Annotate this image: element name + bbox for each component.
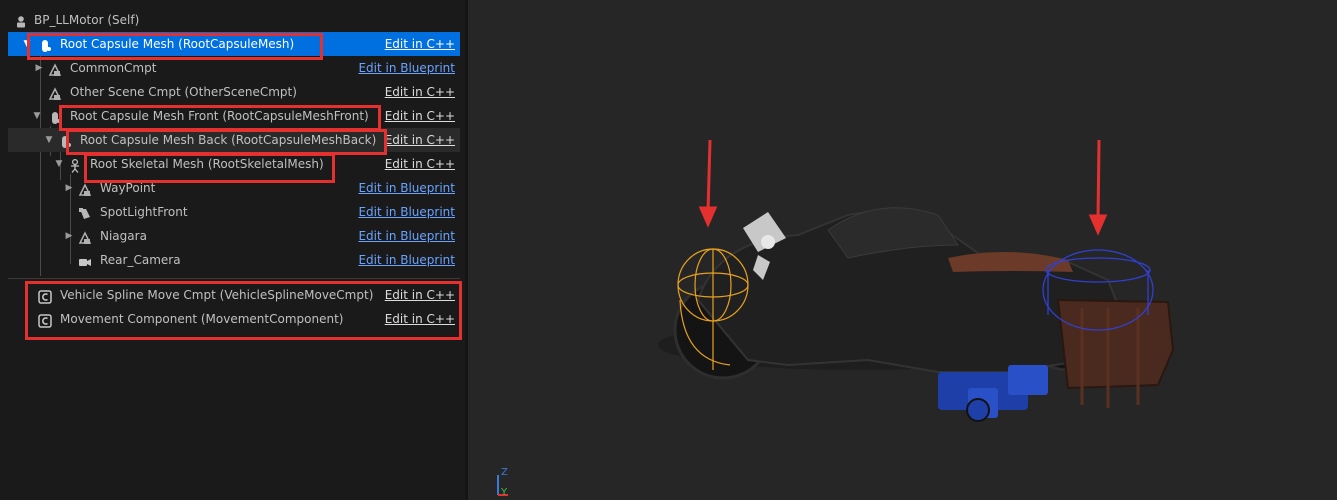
component-row-spotlight-front[interactable]: SpotLightFront Edit in Blueprint	[8, 200, 460, 224]
root-actor-row[interactable]: BP_LLMotor (Self)	[8, 8, 460, 32]
component-row-waypoint[interactable]: ▶ WayPoint Edit in Blueprint	[8, 176, 460, 200]
axis-z-label: Z	[501, 467, 508, 478]
edit-in-cpp-link[interactable]: Edit in C++	[385, 80, 455, 104]
component-row-root-skeletal-mesh[interactable]: ▼ Root Skeletal Mesh (RootSkeletalMesh) …	[8, 152, 460, 176]
component-label: Root Capsule Mesh (RootCapsuleMesh)	[60, 37, 295, 51]
root-actor-label: BP_LLMotor (Self)	[34, 13, 140, 27]
component-label: CommonCmpt	[70, 61, 157, 75]
motorcycle-scene	[497, 139, 1175, 496]
edit-in-cpp-link[interactable]: Edit in C++	[385, 128, 455, 152]
edit-in-cpp-link[interactable]: Edit in C++	[385, 307, 455, 331]
component-label: Root Capsule Mesh Back (RootCapsuleMeshB…	[80, 133, 377, 147]
scene-component-icon	[78, 229, 92, 244]
component-row-other-scene-cmpt[interactable]: Other Scene Cmpt (OtherSceneCmpt) Edit i…	[8, 80, 460, 104]
spot-light-icon	[78, 205, 92, 219]
component-row-rear-camera[interactable]: Rear_Camera Edit in Blueprint	[8, 248, 460, 272]
component-row-vehicle-spline-move-cmpt[interactable]: Vehicle Spline Move Cmpt (VehicleSplineM…	[8, 283, 460, 307]
chevron-down-icon[interactable]: ▼	[22, 32, 32, 56]
axis-y-label: Y	[501, 487, 508, 498]
component-row-niagara[interactable]: ▶ Niagara Edit in Blueprint	[8, 224, 460, 248]
section-divider	[8, 278, 460, 279]
component-label: Root Capsule Mesh Front (RootCapsuleMesh…	[70, 109, 369, 123]
component-label: Niagara	[100, 229, 147, 243]
component-row-root-capsule-mesh-front[interactable]: ▼ Root Capsule Mesh Front (RootCapsuleMe…	[8, 104, 460, 128]
chevron-down-icon[interactable]: ▼	[44, 128, 54, 152]
chevron-right-icon[interactable]: ▶	[64, 176, 74, 200]
chevron-down-icon[interactable]: ▼	[32, 104, 42, 128]
component-row-root-capsule-mesh[interactable]: ▼ Root Capsule Mesh (RootCapsuleMesh) Ed…	[8, 32, 460, 56]
capsule-mesh-icon	[48, 109, 62, 124]
chevron-down-icon[interactable]: ▼	[54, 152, 64, 176]
component-label: Root Skeletal Mesh (RootSkeletalMesh)	[90, 157, 324, 171]
component-label: SpotLightFront	[100, 205, 188, 219]
scene-component-icon	[48, 85, 62, 100]
edit-in-cpp-link[interactable]: Edit in C++	[385, 32, 455, 56]
actor-icon	[14, 13, 28, 28]
chevron-right-icon[interactable]: ▶	[34, 56, 44, 80]
component-label: Movement Component (MovementComponent)	[60, 312, 344, 326]
camera-icon	[78, 253, 92, 267]
cpp-component-icon	[38, 288, 52, 304]
component-row-common-cmpt[interactable]: ▶ CommonCmpt Edit in Blueprint	[8, 56, 460, 80]
capsule-mesh-icon	[38, 37, 52, 52]
cpp-component-icon	[38, 312, 52, 328]
edit-in-cpp-link[interactable]: Edit in C++	[385, 283, 455, 307]
edit-in-blueprint-link[interactable]: Edit in Blueprint	[358, 200, 455, 224]
edit-in-cpp-link[interactable]: Edit in C++	[385, 104, 455, 128]
edit-in-blueprint-link[interactable]: Edit in Blueprint	[358, 56, 455, 80]
scene-component-icon	[48, 61, 62, 76]
edit-in-blueprint-link[interactable]: Edit in Blueprint	[358, 248, 455, 272]
component-label: WayPoint	[100, 181, 156, 195]
component-row-root-capsule-mesh-back[interactable]: ▼ Root Capsule Mesh Back (RootCapsuleMes…	[8, 128, 460, 152]
skeletal-mesh-icon	[68, 157, 82, 173]
scene-component-icon	[78, 181, 92, 196]
component-label: Vehicle Spline Move Cmpt (VehicleSplineM…	[60, 288, 374, 302]
edit-in-cpp-link[interactable]: Edit in C++	[385, 152, 455, 176]
chevron-right-icon[interactable]: ▶	[64, 224, 74, 248]
3d-viewport[interactable]: Z Y	[465, 0, 1337, 500]
component-label: Rear_Camera	[100, 253, 181, 267]
components-panel: BP_LLMotor (Self) ▼ Root Capsule Mesh (R…	[0, 0, 465, 500]
edit-in-blueprint-link[interactable]: Edit in Blueprint	[358, 176, 455, 200]
component-label: Other Scene Cmpt (OtherSceneCmpt)	[70, 85, 297, 99]
capsule-mesh-icon	[58, 133, 72, 148]
component-row-movement-component[interactable]: Movement Component (MovementComponent) E…	[8, 307, 460, 331]
edit-in-blueprint-link[interactable]: Edit in Blueprint	[358, 224, 455, 248]
